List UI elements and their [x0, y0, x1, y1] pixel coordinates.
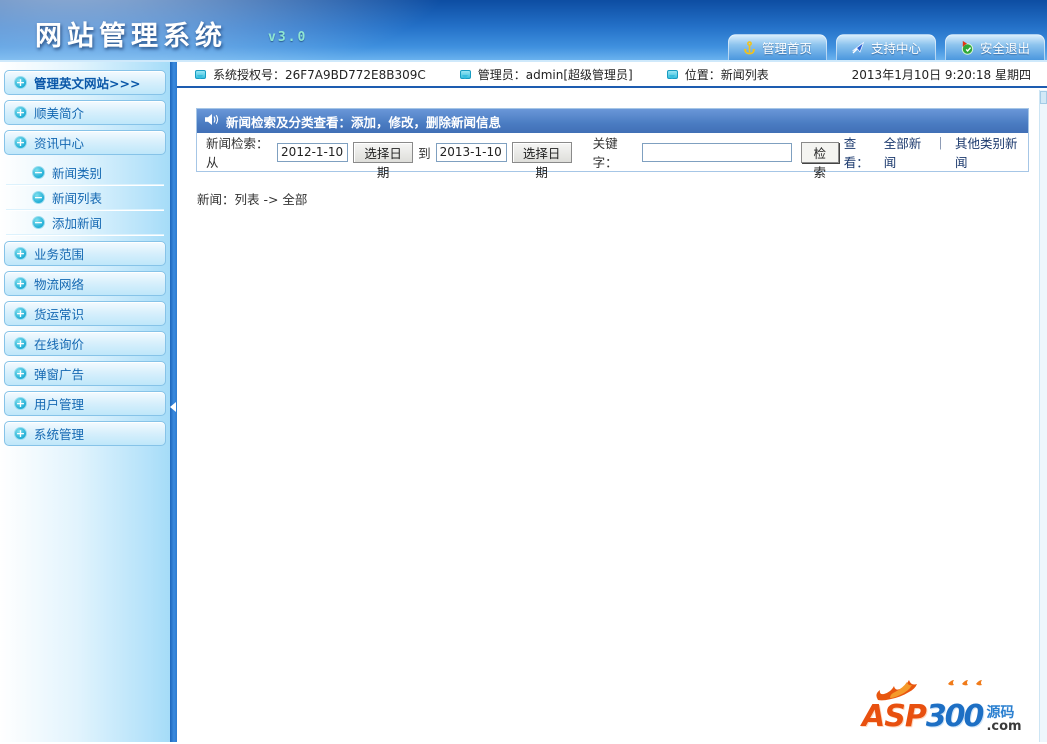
asp300-logo: ASP 300 源码 .com	[862, 680, 1037, 736]
sidebar-item-label: 资讯中心	[34, 136, 85, 151]
sidebar-subitem-label: 新闻类别	[52, 165, 103, 181]
view-label: 查看：	[843, 136, 869, 170]
keyword-input[interactable]	[641, 142, 792, 162]
sidebar-item-user-management[interactable]: + 用户管理	[4, 391, 166, 416]
info-bar: 系统授权号：26F7A9BD772E8B309C 管理员：admin[超级管理员…	[177, 62, 1047, 88]
plus-icon: +	[14, 427, 27, 440]
to-label: 到	[418, 145, 431, 161]
sidebar-item-label: 弹窗广告	[34, 367, 85, 382]
sidebar-item-label: 货运常识	[34, 307, 85, 322]
sidebar-item-system-management[interactable]: + 系统管理	[4, 421, 166, 446]
scrollbar-thumb[interactable]	[1040, 91, 1047, 104]
panel-title-bar: 新闻检索及分类查看：添加，修改，删除新闻信息	[197, 109, 1028, 133]
sidebar-subitem-label: 添加新闻	[52, 215, 103, 231]
tab-safe-logout[interactable]: 安全退出	[944, 34, 1045, 60]
logo-yuanma: 源码	[986, 704, 1015, 721]
sidebar-item-english-site[interactable]: + 管理英文网站>>>	[4, 70, 166, 95]
sidebar-item-online-inquiry[interactable]: + 在线询价	[4, 331, 166, 356]
sidebar-item-popup-ads[interactable]: + 弹窗广告	[4, 361, 166, 386]
search-form: 新闻检索：从 选择日期 到 选择日期 关键字： 检索 查看： 全部新闻 ｜ 其他…	[197, 133, 1028, 180]
page: 网站管理系统 v3.0 管理首页 支持中心 安全退出 + 管理英文网站>>> +…	[0, 0, 1047, 744]
plus-icon: +	[14, 337, 27, 350]
view-all-news-link[interactable]: 全部新闻	[884, 133, 927, 171]
sidebar: + 管理英文网站>>> + 顺美简介 + 资讯中心 − 新闻类别 − 新闻列表	[0, 62, 170, 742]
collapse-sidebar-arrow-icon[interactable]	[170, 402, 176, 412]
sidebar-item-label: 物流网络	[34, 277, 85, 292]
minus-icon: −	[32, 190, 45, 204]
sidebar-item-freight-knowledge[interactable]: + 货运常识	[4, 301, 166, 326]
logo-300: 300	[925, 699, 985, 734]
plus-icon: +	[14, 367, 27, 380]
view-other-category-link[interactable]: 其他类别新闻	[955, 133, 1019, 171]
minus-icon: −	[32, 215, 45, 229]
header: 网站管理系统 v3.0 管理首页 支持中心 安全退出	[0, 0, 1047, 62]
plus-icon: +	[14, 307, 27, 320]
sidebar-subitem-news-category[interactable]: − 新闻类别	[6, 160, 164, 185]
sidebar-item-label: 顺美简介	[34, 106, 85, 121]
tab-admin-home[interactable]: 管理首页	[727, 34, 827, 60]
bubble-icon	[195, 69, 206, 79]
view-links: 查看： 全部新闻 ｜ 其他类别新闻	[844, 133, 1019, 171]
main-area: 系统授权号：26F7A9BD772E8B309C 管理员：admin[超级管理员…	[177, 62, 1047, 742]
app-title: 网站管理系统	[35, 21, 227, 52]
pick-date-to-button[interactable]: 选择日期	[511, 141, 572, 180]
location-item: 位置：新闻列表	[666, 66, 769, 83]
body: + 管理英文网站>>> + 顺美简介 + 资讯中心 − 新闻类别 − 新闻列表	[0, 62, 1047, 742]
plus-icon: +	[14, 397, 27, 410]
info-center-submenu: − 新闻类别 − 新闻列表 − 添加新闻	[6, 160, 164, 235]
search-from-label: 新闻检索：从	[206, 136, 269, 170]
sidebar-item-label: 业务范围	[34, 247, 85, 262]
keyword-label: 关键字：	[592, 136, 618, 170]
plus-icon: +	[14, 76, 27, 89]
sidebar-item-info-center[interactable]: + 资讯中心	[4, 130, 166, 155]
logout-icon	[960, 40, 974, 55]
news-search-panel: 新闻检索及分类查看：添加，修改，删除新闻信息 新闻检索：从 选择日期 到 选择日…	[196, 108, 1029, 180]
admin-item: 管理员：admin[超级管理员]	[459, 66, 633, 83]
date-to-input[interactable]	[435, 142, 507, 162]
sidebar-item-label: 系统管理	[34, 427, 85, 442]
logo-asp: ASP	[862, 699, 927, 734]
view-divider: ｜	[934, 136, 947, 151]
minus-icon: −	[32, 165, 45, 179]
sidebar-item-company-intro[interactable]: + 顺美简介	[4, 100, 166, 125]
logo-text: ASP 300 源码 .com	[862, 699, 1022, 734]
plus-icon: +	[14, 106, 27, 119]
sidebar-item-label: 管理英文网站>>>	[34, 76, 141, 91]
date-from-input[interactable]	[277, 142, 349, 162]
system-auth-item: 系统授权号：26F7A9BD772E8B309C	[195, 66, 426, 83]
plus-icon: +	[14, 136, 27, 149]
tab-label: 支持中心	[870, 41, 921, 56]
tab-support-center[interactable]: 支持中心	[835, 34, 936, 60]
support-icon	[851, 41, 865, 54]
breadcrumb: 新闻：列表 -> 全部	[197, 192, 308, 207]
sidebar-subitem-add-news[interactable]: − 添加新闻	[6, 210, 164, 235]
sidebar-item-business-scope[interactable]: + 业务范围	[4, 241, 166, 266]
bubble-icon	[459, 69, 471, 79]
sidebar-subitem-label: 新闻列表	[52, 190, 103, 206]
plus-icon: +	[14, 247, 27, 260]
scrollbar[interactable]	[1039, 90, 1047, 742]
panel-title: 新闻检索及分类查看：添加，修改，删除新闻信息	[226, 114, 502, 130]
sidebar-item-label: 在线询价	[34, 337, 85, 352]
sidebar-divider	[170, 62, 177, 742]
system-auth-text: 系统授权号：26F7A9BD772E8B309C	[213, 67, 426, 82]
app-version: v3.0	[268, 30, 308, 45]
pick-date-from-button[interactable]: 选择日期	[353, 141, 414, 180]
sidebar-item-logistics-network[interactable]: + 物流网络	[4, 271, 166, 296]
search-button[interactable]: 检索	[800, 141, 839, 180]
plus-icon: +	[14, 277, 27, 290]
tab-label: 安全退出	[979, 41, 1030, 56]
speaker-icon	[204, 113, 219, 129]
tab-label: 管理首页	[761, 41, 812, 56]
sidebar-item-label: 用户管理	[34, 397, 85, 412]
admin-text: 管理员：admin[超级管理员]	[477, 67, 633, 82]
sidebar-subitem-news-list[interactable]: − 新闻列表	[6, 185, 164, 210]
location-text: 位置：新闻列表	[684, 67, 769, 82]
header-tabs: 管理首页 支持中心 安全退出	[727, 34, 1045, 60]
logo-com: .com	[986, 719, 1022, 735]
anchor-icon	[743, 40, 756, 55]
datetime-text: 2013年1月10日 9:20:18 星期四	[851, 67, 1031, 82]
bubble-icon	[666, 69, 678, 79]
